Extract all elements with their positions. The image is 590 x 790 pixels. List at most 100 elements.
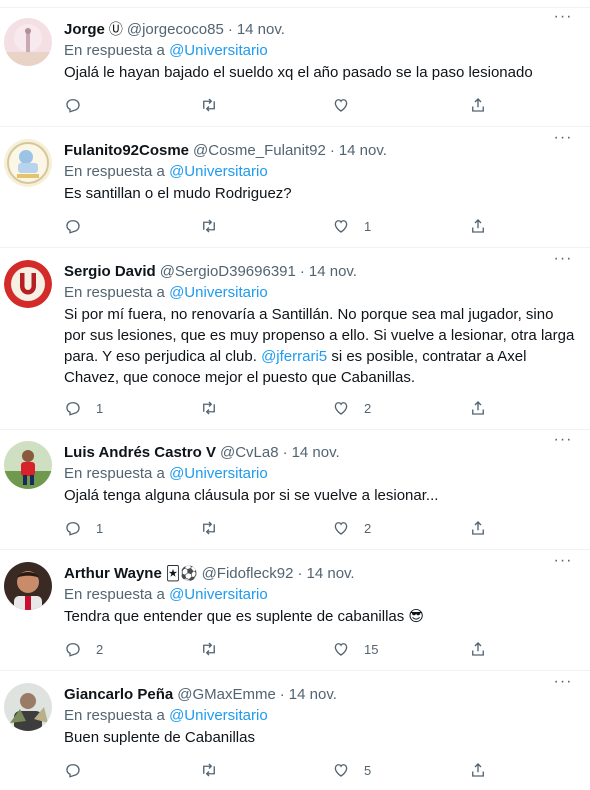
author-handle[interactable]: @CvLa8 [220,444,279,461]
like-button[interactable] [332,96,364,114]
action-bar: 1 [64,216,576,236]
like-button[interactable]: 2 [332,519,371,537]
reply-icon [66,522,80,536]
tweet-text-body: Buen suplente de Cabanillas [64,729,255,746]
tweet-date[interactable]: 14 nov. [309,263,357,280]
reply-to-link[interactable]: @Universitario [169,465,268,482]
author-handle[interactable]: @Fidofleck92 [202,565,294,582]
reply-button[interactable]: 1 [64,519,103,537]
author-handle[interactable]: @jorgecoco85 [127,21,224,38]
author-name[interactable]: Giancarlo Peña [64,686,173,703]
more-options-icon[interactable]: ··· [552,251,574,270]
share-button[interactable] [469,640,487,658]
author-name[interactable]: Sergio David [64,263,156,280]
reply-prefix: En respuesta a [64,284,165,301]
tweet[interactable]: Fulanito92Cosme @Cosme_Fulanit92 · 14 no… [0,127,590,248]
more-options-icon[interactable]: ··· [552,553,574,572]
reply-icon [66,402,80,416]
avatar[interactable] [4,562,52,610]
like-count: 15 [364,641,379,657]
like-button[interactable]: 1 [332,217,371,235]
retweet-button[interactable] [200,96,232,114]
reply-count: 2 [96,641,104,657]
tweet-text: Ojalá le hayan bajado el sueldo xq el añ… [64,62,576,83]
name-badge-icon: Ⓤ [108,21,123,37]
like-count: 2 [364,520,372,536]
retweet-button[interactable] [200,640,232,658]
reply-count: 1 [96,400,104,416]
reply-button[interactable] [64,96,96,114]
avatar[interactable] [4,18,52,66]
more-options-icon[interactable]: ··· [552,9,574,28]
reply-context: En respuesta a @Universitario [64,463,576,485]
tweet[interactable]: Jorge Ⓤ @jorgecoco85 · 14 nov. ··· En re… [0,8,590,127]
author-handle[interactable]: @SergioD39696391 [160,263,296,280]
retweet-button[interactable] [200,519,232,537]
reply-count: 1 [96,520,104,536]
share-button[interactable] [469,519,487,537]
tweet-date[interactable]: 14 nov. [237,21,285,38]
separator-dot: · [227,20,233,38]
tweet-text: Si por mí fuera, no renovaría a Santillá… [64,304,576,388]
tweet-date[interactable]: 14 nov. [292,444,340,461]
more-options-icon[interactable]: ··· [552,674,574,693]
reply-prefix: En respuesta a [64,586,165,603]
tweet-text: Ojalá tenga alguna cláusula por si se vu… [64,485,576,506]
heart-icon [334,764,348,777]
retweet-icon [203,98,215,112]
author-handle[interactable]: @GMaxEmme [177,686,276,703]
reply-context: En respuesta a @Universitario [64,584,576,606]
more-options-icon[interactable]: ··· [552,130,574,149]
avatar[interactable] [4,139,52,187]
reply-to-link[interactable]: @Universitario [169,707,268,724]
share-button[interactable] [469,761,487,779]
author-name[interactable]: Fulanito92Cosme [64,142,189,159]
reply-button[interactable] [64,761,96,779]
action-bar: 1 2 [64,518,576,538]
name-emoji-icon: 🃏⚽ [165,564,198,581]
tweet-text: Tendra que entender que es suplente de c… [64,606,576,627]
tweet-text-body: Ojalá le hayan bajado el sueldo xq el añ… [64,64,533,81]
reply-icon [66,99,80,113]
retweet-button[interactable] [200,217,232,235]
reply-to-link[interactable]: @Universitario [169,163,268,180]
more-options-icon[interactable]: ··· [552,432,574,451]
author-name[interactable]: Jorge [64,21,105,38]
avatar[interactable] [4,441,52,489]
retweet-icon [203,521,215,535]
share-button[interactable] [469,399,487,417]
tweet-text: Buen suplente de Cabanillas [64,727,576,748]
like-button[interactable]: 5 [332,761,371,779]
separator-dot: · [282,443,288,461]
tweet-date[interactable]: 14 nov. [289,686,337,703]
author-name[interactable]: Luis Andrés Castro V [64,444,216,461]
author-name[interactable]: Arthur Wayne [64,565,162,582]
tweet[interactable]: Arthur Wayne 🃏⚽ @Fidofleck92 · 14 nov. ·… [0,550,590,671]
retweet-button[interactable] [200,761,232,779]
mention-link[interactable]: @jferrari5 [261,348,327,365]
tweet-date[interactable]: 14 nov. [307,565,355,582]
avatar[interactable] [4,683,52,731]
reply-button[interactable]: 1 [64,399,103,417]
like-button[interactable]: 2 [332,399,371,417]
reply-button[interactable] [64,217,96,235]
share-button[interactable] [469,96,487,114]
share-button[interactable] [469,217,487,235]
tweet[interactable]: Sergio David @SergioD39696391 · 14 nov. … [0,248,590,430]
like-button[interactable]: 15 [332,640,378,658]
reply-button[interactable]: 2 [64,640,103,658]
tweet[interactable]: Giancarlo Peña @GMaxEmme · 14 nov. ··· E… [0,671,590,790]
separator-dot: · [329,141,335,159]
retweet-button[interactable] [200,399,232,417]
share-icon [472,642,484,656]
reply-prefix: En respuesta a [64,465,165,482]
tweet[interactable]: Luis Andrés Castro V @CvLa8 · 14 nov. ··… [0,430,590,550]
reply-to-link[interactable]: @Universitario [169,42,268,59]
avatar[interactable] [4,260,52,308]
author-handle[interactable]: @Cosme_Fulanit92 [193,142,326,159]
reply-to-link[interactable]: @Universitario [169,284,268,301]
separator-dot: · [279,685,285,703]
reply-to-link[interactable]: @Universitario [169,586,268,603]
tweet-date[interactable]: 14 nov. [339,142,387,159]
reply-icon [66,643,80,657]
